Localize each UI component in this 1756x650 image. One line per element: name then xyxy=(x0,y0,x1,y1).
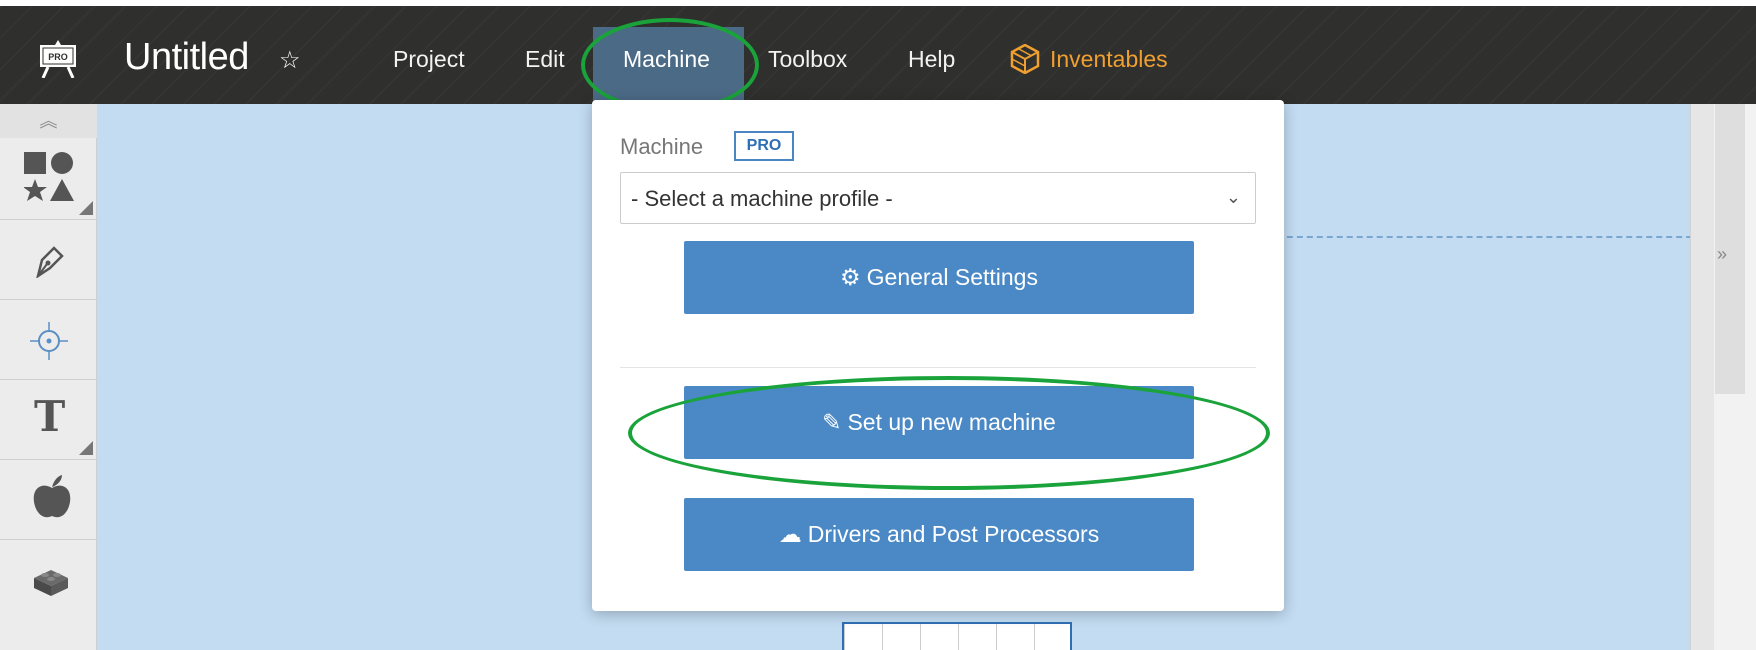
easel-logo-icon[interactable]: PRO xyxy=(38,40,78,78)
dropdown-divider xyxy=(620,367,1256,368)
general-settings-button[interactable]: ⚙ General Settings xyxy=(684,241,1194,314)
gear-icon: ⚙ xyxy=(840,264,861,290)
menu-edit[interactable]: Edit xyxy=(525,46,565,73)
lego-icon xyxy=(34,570,68,596)
app-window: PRO Untitled ☆ Project Edit Machine Tool… xyxy=(0,6,1756,650)
machine-profile-select[interactable]: - Select a machine profile - ⌄ xyxy=(620,172,1256,224)
logo-text: PRO xyxy=(48,52,68,62)
tool-parts[interactable] xyxy=(0,540,97,620)
shapes-icon xyxy=(24,152,74,201)
chevron-down-icon: ⌄ xyxy=(1225,187,1241,207)
drivers-label: Drivers and Post Processors xyxy=(807,521,1100,547)
point-icon xyxy=(30,322,68,360)
drivers-button[interactable]: ☁ Drivers and Post Processors xyxy=(684,498,1194,571)
machine-dropdown: Machine PRO - Select a machine profile -… xyxy=(592,100,1284,611)
top-bar: PRO Untitled ☆ Project Edit Machine Tool… xyxy=(0,6,1756,112)
machine-profile-select-value: - Select a machine profile - xyxy=(631,186,893,211)
apple-icon xyxy=(33,475,71,518)
double-chevron-right-icon[interactable]: » xyxy=(1717,244,1727,265)
text-icon: T xyxy=(34,392,66,441)
star-outline-icon[interactable]: ☆ xyxy=(279,46,301,75)
tool-pen[interactable] xyxy=(0,220,97,300)
cloud-download-icon: ☁ xyxy=(778,521,802,547)
material-grid xyxy=(842,622,1072,650)
double-chevron-up-icon[interactable]: ︽ xyxy=(0,104,97,138)
pen-icon xyxy=(36,246,64,278)
pro-badge: PRO xyxy=(734,131,794,161)
machine-section-label: Machine xyxy=(620,134,704,159)
menu-help[interactable]: Help xyxy=(908,46,955,73)
tool-sidebar: ︽ T xyxy=(0,104,97,650)
work-area-outline xyxy=(1227,236,1756,650)
annotation-ellipse-machine xyxy=(581,18,759,112)
menu-toolbox[interactable]: Toolbox xyxy=(768,46,847,73)
tool-text[interactable]: T xyxy=(0,380,97,460)
menu-project[interactable]: Project xyxy=(393,46,465,73)
tool-shapes[interactable] xyxy=(0,138,97,220)
project-title[interactable]: Untitled xyxy=(124,36,249,79)
general-settings-label: General Settings xyxy=(866,264,1038,290)
inventables-icon[interactable] xyxy=(1010,44,1040,74)
menu-inventables[interactable]: Inventables xyxy=(1050,46,1168,73)
tool-point[interactable] xyxy=(0,300,97,380)
tool-apps[interactable] xyxy=(0,460,97,540)
annotation-ellipse-setup xyxy=(628,376,1270,490)
